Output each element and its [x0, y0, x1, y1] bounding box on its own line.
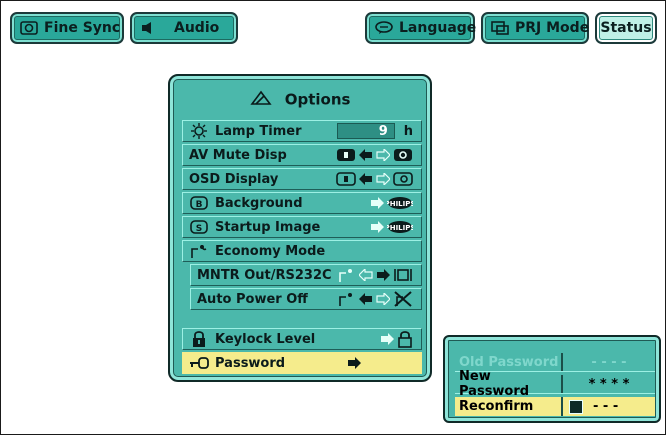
- tab-language[interactable]: Language: [365, 12, 477, 44]
- password-label: Password: [215, 355, 286, 371]
- svg-text:PHILIPS: PHILIPS: [387, 200, 413, 208]
- projector-mode-icon: [491, 21, 509, 35]
- new-password-label: New Password: [455, 369, 563, 399]
- arrow-left-outline-icon: [359, 269, 373, 281]
- lamp-timer-unit: h: [403, 123, 413, 139]
- background-b-icon: B: [189, 195, 209, 211]
- keylock-level-row[interactable]: Keylock Level: [182, 328, 422, 350]
- lamp-timer-row[interactable]: Lamp Timer 9 h: [182, 120, 422, 142]
- key-icon: [189, 355, 209, 371]
- options-icon: [249, 90, 272, 110]
- tab-status-label: Status: [600, 20, 652, 36]
- keylock-level-value: [380, 329, 413, 349]
- startup-image-value: PHILIPS: [370, 217, 413, 237]
- options-panel: Options Lamp Timer 9 h AV Mute Disp OSD …: [168, 74, 432, 382]
- osd-off-icon[interactable]: [393, 172, 413, 186]
- auto-power-off-options: [338, 289, 413, 309]
- startup-image-row[interactable]: S Startup Image PHILIPS: [182, 216, 422, 238]
- osd-display-options: [336, 169, 413, 189]
- reconfirm-value[interactable]: - - -: [563, 397, 655, 416]
- mntr-out-row[interactable]: MNTR Out/RS232C: [190, 264, 422, 286]
- economy-option-icon[interactable]: [338, 291, 356, 307]
- tab-prj-mode-label: PRJ Mode: [515, 20, 590, 36]
- philips-logo-icon: PHILIPS: [387, 221, 413, 233]
- speech-bubble-icon: [375, 21, 393, 35]
- arrow-left-icon: [359, 293, 372, 305]
- input-cursor: [569, 399, 583, 414]
- tab-prj-mode[interactable]: PRJ Mode: [481, 12, 589, 44]
- philips-logo-icon: PHILIPS: [387, 197, 413, 209]
- lamp-icon: [189, 123, 209, 139]
- reconfirm-row[interactable]: Reconfirm - - -: [455, 397, 655, 416]
- av-mute-label: AV Mute Disp: [189, 147, 287, 163]
- password-value: [347, 353, 361, 373]
- tab-audio-label: Audio: [174, 20, 220, 36]
- economy-mode-row[interactable]: Economy Mode: [182, 240, 422, 262]
- power-off-crossed-icon[interactable]: [393, 291, 413, 307]
- old-password-value: - - - -: [591, 354, 627, 370]
- options-title-text: Options: [284, 90, 351, 109]
- lamp-timer-value: 9: [336, 123, 395, 139]
- av-mute-option-b-icon[interactable]: [393, 148, 413, 162]
- lock-outline-icon: [398, 331, 412, 348]
- mntr-out-options: [338, 265, 413, 285]
- tab-language-label: Language: [399, 20, 477, 36]
- svg-text:B: B: [196, 200, 203, 210]
- arrow-right-outline-icon: [376, 149, 390, 161]
- fine-sync-icon: [20, 21, 38, 35]
- arrow-right-icon: [377, 269, 390, 281]
- lamp-timer-value-group: 9 h: [336, 121, 413, 141]
- monitor-icon[interactable]: [393, 268, 413, 282]
- startup-image-label: Startup Image: [215, 219, 321, 235]
- auto-power-off-label: Auto Power Off: [197, 291, 308, 307]
- tab-status[interactable]: Status: [595, 12, 657, 44]
- arrow-left-icon: [359, 173, 372, 185]
- arrow-right-icon: [348, 357, 361, 369]
- password-row[interactable]: Password: [182, 352, 422, 374]
- av-mute-options: [336, 145, 413, 165]
- tab-audio[interactable]: Audio: [130, 12, 238, 44]
- options-title: Options: [170, 90, 430, 110]
- svg-text:S: S: [196, 224, 202, 234]
- lock-icon: [189, 331, 209, 347]
- arrow-right-outline-icon: [376, 173, 390, 185]
- tab-fine-sync[interactable]: Fine Sync: [10, 12, 124, 44]
- economy-option-icon[interactable]: [338, 267, 356, 283]
- background-label: Background: [215, 195, 303, 211]
- arrow-right-outline-icon: [376, 293, 390, 305]
- arrow-right-icon: [371, 221, 384, 233]
- av-mute-option-a-icon[interactable]: [336, 148, 356, 162]
- new-password-row[interactable]: New Password * * * *: [455, 369, 655, 399]
- password-dialog: Old Password - - - - New Password * * * …: [443, 335, 661, 423]
- new-password-value: * * * *: [588, 376, 630, 392]
- economy-mode-label: Economy Mode: [215, 243, 326, 259]
- av-mute-row[interactable]: AV Mute Disp: [182, 144, 422, 166]
- reconfirm-label: Reconfirm: [455, 397, 563, 416]
- economy-icon: [189, 243, 209, 259]
- lamp-timer-label: Lamp Timer: [215, 123, 302, 139]
- arrow-right-icon: [381, 333, 394, 345]
- osd-display-label: OSD Display: [189, 171, 279, 187]
- osd-display-row[interactable]: OSD Display: [182, 168, 422, 190]
- background-row[interactable]: B Background PHILIPS: [182, 192, 422, 214]
- startup-s-icon: S: [189, 219, 209, 235]
- svg-text:PHILIPS: PHILIPS: [387, 224, 413, 232]
- mntr-out-label: MNTR Out/RS232C: [197, 267, 332, 283]
- auto-power-off-row[interactable]: Auto Power Off: [190, 288, 422, 310]
- tab-fine-sync-label: Fine Sync: [44, 20, 121, 36]
- osd-on-icon[interactable]: [336, 172, 356, 186]
- speaker-icon: [140, 21, 158, 35]
- keylock-level-label: Keylock Level: [215, 331, 316, 347]
- arrow-right-icon: [371, 197, 384, 209]
- reconfirm-placeholder: - - -: [593, 399, 619, 414]
- arrow-left-icon: [359, 149, 372, 161]
- background-value: PHILIPS: [370, 193, 413, 213]
